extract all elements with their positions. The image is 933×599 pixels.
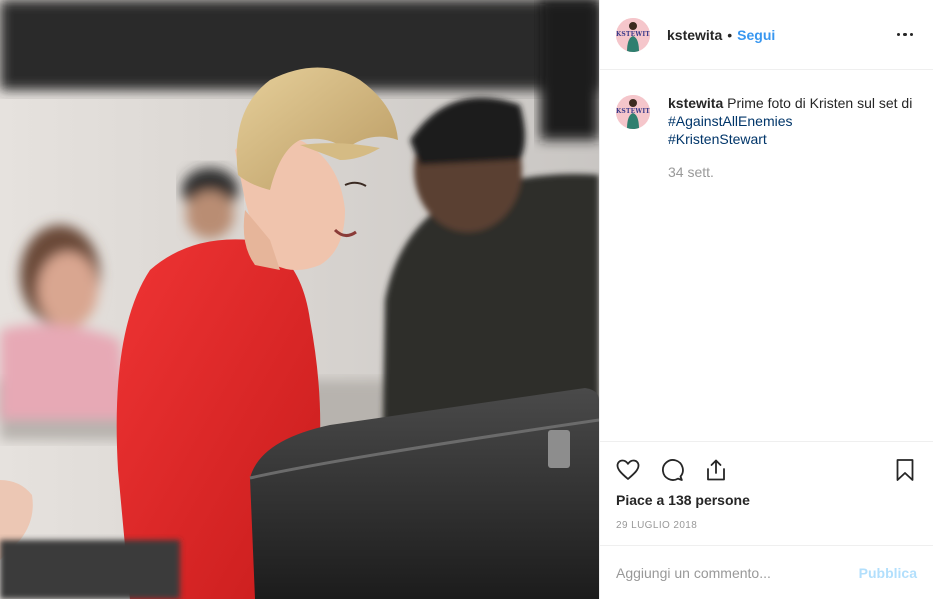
hashtag-link[interactable]: #AgainstAllEnemies: [668, 112, 912, 130]
publish-button[interactable]: Pubblica: [859, 565, 917, 581]
post-date[interactable]: 29 LUGLIO 2018: [616, 520, 917, 531]
post-sidebar: KSTEWITA kstewita • Segui KSTEWITA kstew…: [599, 0, 933, 599]
caption-timestamp[interactable]: 34 sett.: [668, 163, 912, 181]
caption-avatar[interactable]: KSTEWITA: [616, 95, 650, 129]
caption-text: Prime foto di Kristen sul set di: [727, 95, 913, 111]
action-icon-row: [616, 442, 917, 498]
more-dot: [896, 32, 901, 37]
caption-line: kstewita Prime foto di Kristen sul set d…: [668, 94, 912, 112]
header-separator: •: [727, 26, 733, 43]
heart-icon[interactable]: [616, 458, 640, 482]
bookmark-icon[interactable]: [893, 458, 917, 482]
share-icon[interactable]: [704, 458, 728, 482]
comment-input[interactable]: [616, 564, 859, 581]
avatar-logo-text: KSTEWITA: [616, 108, 650, 115]
follow-button[interactable]: Segui: [737, 27, 775, 43]
caption-username[interactable]: kstewita: [668, 95, 723, 111]
post-actions: Piace a 138 persone 29 LUGLIO 2018: [600, 441, 933, 545]
like-count[interactable]: Piace a 138 persone: [616, 492, 917, 508]
caption-body: kstewita Prime foto di Kristen sul set d…: [668, 94, 912, 181]
profile-avatar[interactable]: KSTEWITA: [616, 17, 650, 52]
post-header: KSTEWITA kstewita • Segui: [600, 0, 933, 70]
more-options-icon[interactable]: [893, 23, 917, 47]
caption: KSTEWITA kstewita Prime foto di Kristen …: [616, 94, 917, 181]
photo-illustration: [0, 0, 599, 599]
header-username[interactable]: kstewita: [667, 27, 722, 43]
more-dot: [909, 32, 914, 37]
comment-icon[interactable]: [660, 458, 684, 482]
add-comment-form: Pubblica: [600, 545, 933, 599]
hashtag-link[interactable]: #KristenStewart: [668, 130, 912, 148]
comments-area: KSTEWITA kstewita Prime foto di Kristen …: [600, 70, 933, 441]
more-dot: [903, 32, 907, 37]
avatar-logo-text: KSTEWITA: [616, 30, 650, 38]
post-photo[interactable]: [0, 0, 599, 599]
